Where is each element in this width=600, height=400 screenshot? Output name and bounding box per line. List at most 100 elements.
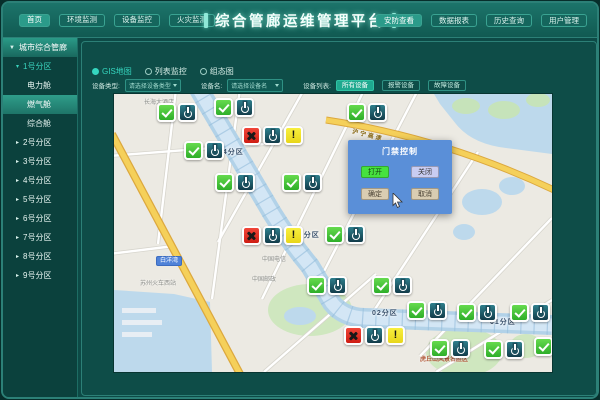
view-mode-radio[interactable]: GIS地图 <box>92 66 132 77</box>
device-ok-check-icon[interactable] <box>282 173 301 192</box>
cancel-button[interactable]: 取消 <box>411 188 439 200</box>
header-nav-button[interactable]: 安防查看 <box>376 14 422 27</box>
main-panel: GIS地图列表监控组态图 设备类型: 请选择设备类型 设备名: 请选择设备名 设… <box>81 41 597 396</box>
sidebar-root-item[interactable]: ▼ 城市综合管廊 <box>3 38 77 57</box>
sidebar-item[interactable]: ▸7号分区 <box>3 228 77 247</box>
device-group[interactable]: ! <box>242 226 303 245</box>
device-power-icon[interactable] <box>178 103 197 122</box>
sidebar-item[interactable]: ▾1号分区 <box>3 57 77 76</box>
device-power-icon[interactable] <box>368 103 387 122</box>
device-ok-check-icon[interactable] <box>325 225 344 244</box>
device-group[interactable] <box>214 98 254 117</box>
device-ok-check-icon[interactable] <box>307 276 326 295</box>
device-warning-icon[interactable]: ! <box>386 326 405 345</box>
caret-icon: ▸ <box>16 234 19 241</box>
sidebar-item[interactable]: ▸6号分区 <box>3 209 77 228</box>
device-list-label: 设备列表: <box>303 80 331 90</box>
sidebar-item[interactable]: 电力舱 <box>3 76 77 95</box>
device-group[interactable] <box>215 173 255 192</box>
sidebar-item[interactable]: ▸3号分区 <box>3 152 77 171</box>
sidebar-item[interactable]: 燃气舱 <box>3 95 77 114</box>
device-power-icon[interactable] <box>303 173 322 192</box>
device-type-select[interactable]: 请选择设备类型 <box>125 79 181 92</box>
device-filter-button[interactable]: 报警设备 <box>382 80 420 91</box>
header-nav-button[interactable]: 用户管理 <box>541 14 587 27</box>
sidebar-item[interactable]: ▸4号分区 <box>3 171 77 190</box>
device-ok-check-icon[interactable] <box>534 337 552 356</box>
door-close-button[interactable]: 关闭 <box>411 166 439 178</box>
door-open-button[interactable]: 打开 <box>361 166 389 178</box>
device-ok-check-icon[interactable] <box>372 276 391 295</box>
device-power-icon[interactable] <box>365 326 384 345</box>
device-power-icon[interactable] <box>263 126 282 145</box>
device-group[interactable] <box>457 303 497 322</box>
view-mode-radio[interactable]: 列表监控 <box>145 66 187 77</box>
device-ok-check-icon[interactable] <box>184 141 203 160</box>
device-group[interactable]: ! <box>242 126 303 145</box>
header-nav-button[interactable]: 环境监测 <box>59 14 105 27</box>
device-filter-button[interactable]: 故障设备 <box>428 80 466 91</box>
header-nav-button[interactable]: 数据报表 <box>431 14 477 27</box>
device-group[interactable] <box>157 103 197 122</box>
device-group[interactable] <box>510 303 550 322</box>
device-group[interactable] <box>484 340 524 359</box>
device-power-icon[interactable] <box>263 226 282 245</box>
header-nav-button[interactable]: 历史查询 <box>486 14 532 27</box>
device-ok-check-icon[interactable] <box>457 303 476 322</box>
device-group[interactable] <box>372 276 412 295</box>
device-ok-check-icon[interactable] <box>157 103 176 122</box>
device-ok-check-icon[interactable] <box>510 303 529 322</box>
device-ok-check-icon[interactable] <box>484 340 503 359</box>
view-mode-label: 列表监控 <box>155 66 187 77</box>
device-power-icon[interactable] <box>531 303 550 322</box>
device-alarm-x-icon[interactable] <box>344 326 363 345</box>
device-power-icon[interactable] <box>505 340 524 359</box>
sidebar-item[interactable]: ▸5号分区 <box>3 190 77 209</box>
device-power-icon[interactable] <box>236 173 255 192</box>
confirm-button[interactable]: 确定 <box>361 188 389 200</box>
device-group[interactable]: ! <box>344 326 405 345</box>
device-group[interactable] <box>282 173 322 192</box>
device-ok-check-icon[interactable] <box>430 339 449 358</box>
device-group[interactable] <box>430 339 470 358</box>
device-ok-check-icon[interactable] <box>214 98 233 117</box>
device-group[interactable] <box>347 103 387 122</box>
sidebar-item[interactable]: ▸8号分区 <box>3 247 77 266</box>
device-power-icon[interactable] <box>478 303 497 322</box>
device-alarm-x-icon[interactable] <box>242 126 261 145</box>
device-ok-check-icon[interactable] <box>407 301 426 320</box>
device-group[interactable] <box>407 301 447 320</box>
device-group[interactable] <box>307 276 347 295</box>
header-nav-button[interactable]: 首页 <box>19 14 50 27</box>
device-power-icon[interactable] <box>428 301 447 320</box>
device-group[interactable] <box>534 337 552 356</box>
check-glyph <box>376 279 387 290</box>
check-glyph <box>329 228 340 239</box>
sidebar-item-label: 综合舱 <box>27 118 51 129</box>
device-ok-check-icon[interactable] <box>347 103 366 122</box>
map[interactable]: 04分区03分区02分区01分区长海大酒店白洋湾苏州火车西站中国电信中国邮政沪宁… <box>114 94 552 372</box>
check-glyph <box>311 279 322 290</box>
chevron-down-icon <box>275 84 279 87</box>
device-power-icon[interactable] <box>451 339 470 358</box>
sidebar-item[interactable]: ▸2号分区 <box>3 133 77 152</box>
device-ok-check-icon[interactable] <box>215 173 234 192</box>
device-power-icon[interactable] <box>205 141 224 160</box>
device-group[interactable] <box>325 225 365 244</box>
device-power-icon[interactable] <box>235 98 254 117</box>
view-mode-radio[interactable]: 组态图 <box>200 66 234 77</box>
sidebar-item[interactable]: 综合舱 <box>3 114 77 133</box>
map-poi-label: 白洋湾 <box>156 256 182 266</box>
device-filter-button[interactable]: 所有设备 <box>336 80 374 91</box>
device-warning-icon[interactable]: ! <box>284 226 303 245</box>
device-group[interactable] <box>184 141 224 160</box>
map-section-label: 02分区 <box>372 308 398 318</box>
header-nav-button[interactable]: 设备监控 <box>114 14 160 27</box>
device-power-icon[interactable] <box>393 276 412 295</box>
device-power-icon[interactable] <box>346 225 365 244</box>
device-name-select[interactable]: 请选择设备名 <box>227 79 283 92</box>
device-power-icon[interactable] <box>328 276 347 295</box>
device-warning-icon[interactable]: ! <box>284 126 303 145</box>
sidebar-item[interactable]: ▸9号分区 <box>3 266 77 285</box>
device-alarm-x-icon[interactable] <box>242 226 261 245</box>
